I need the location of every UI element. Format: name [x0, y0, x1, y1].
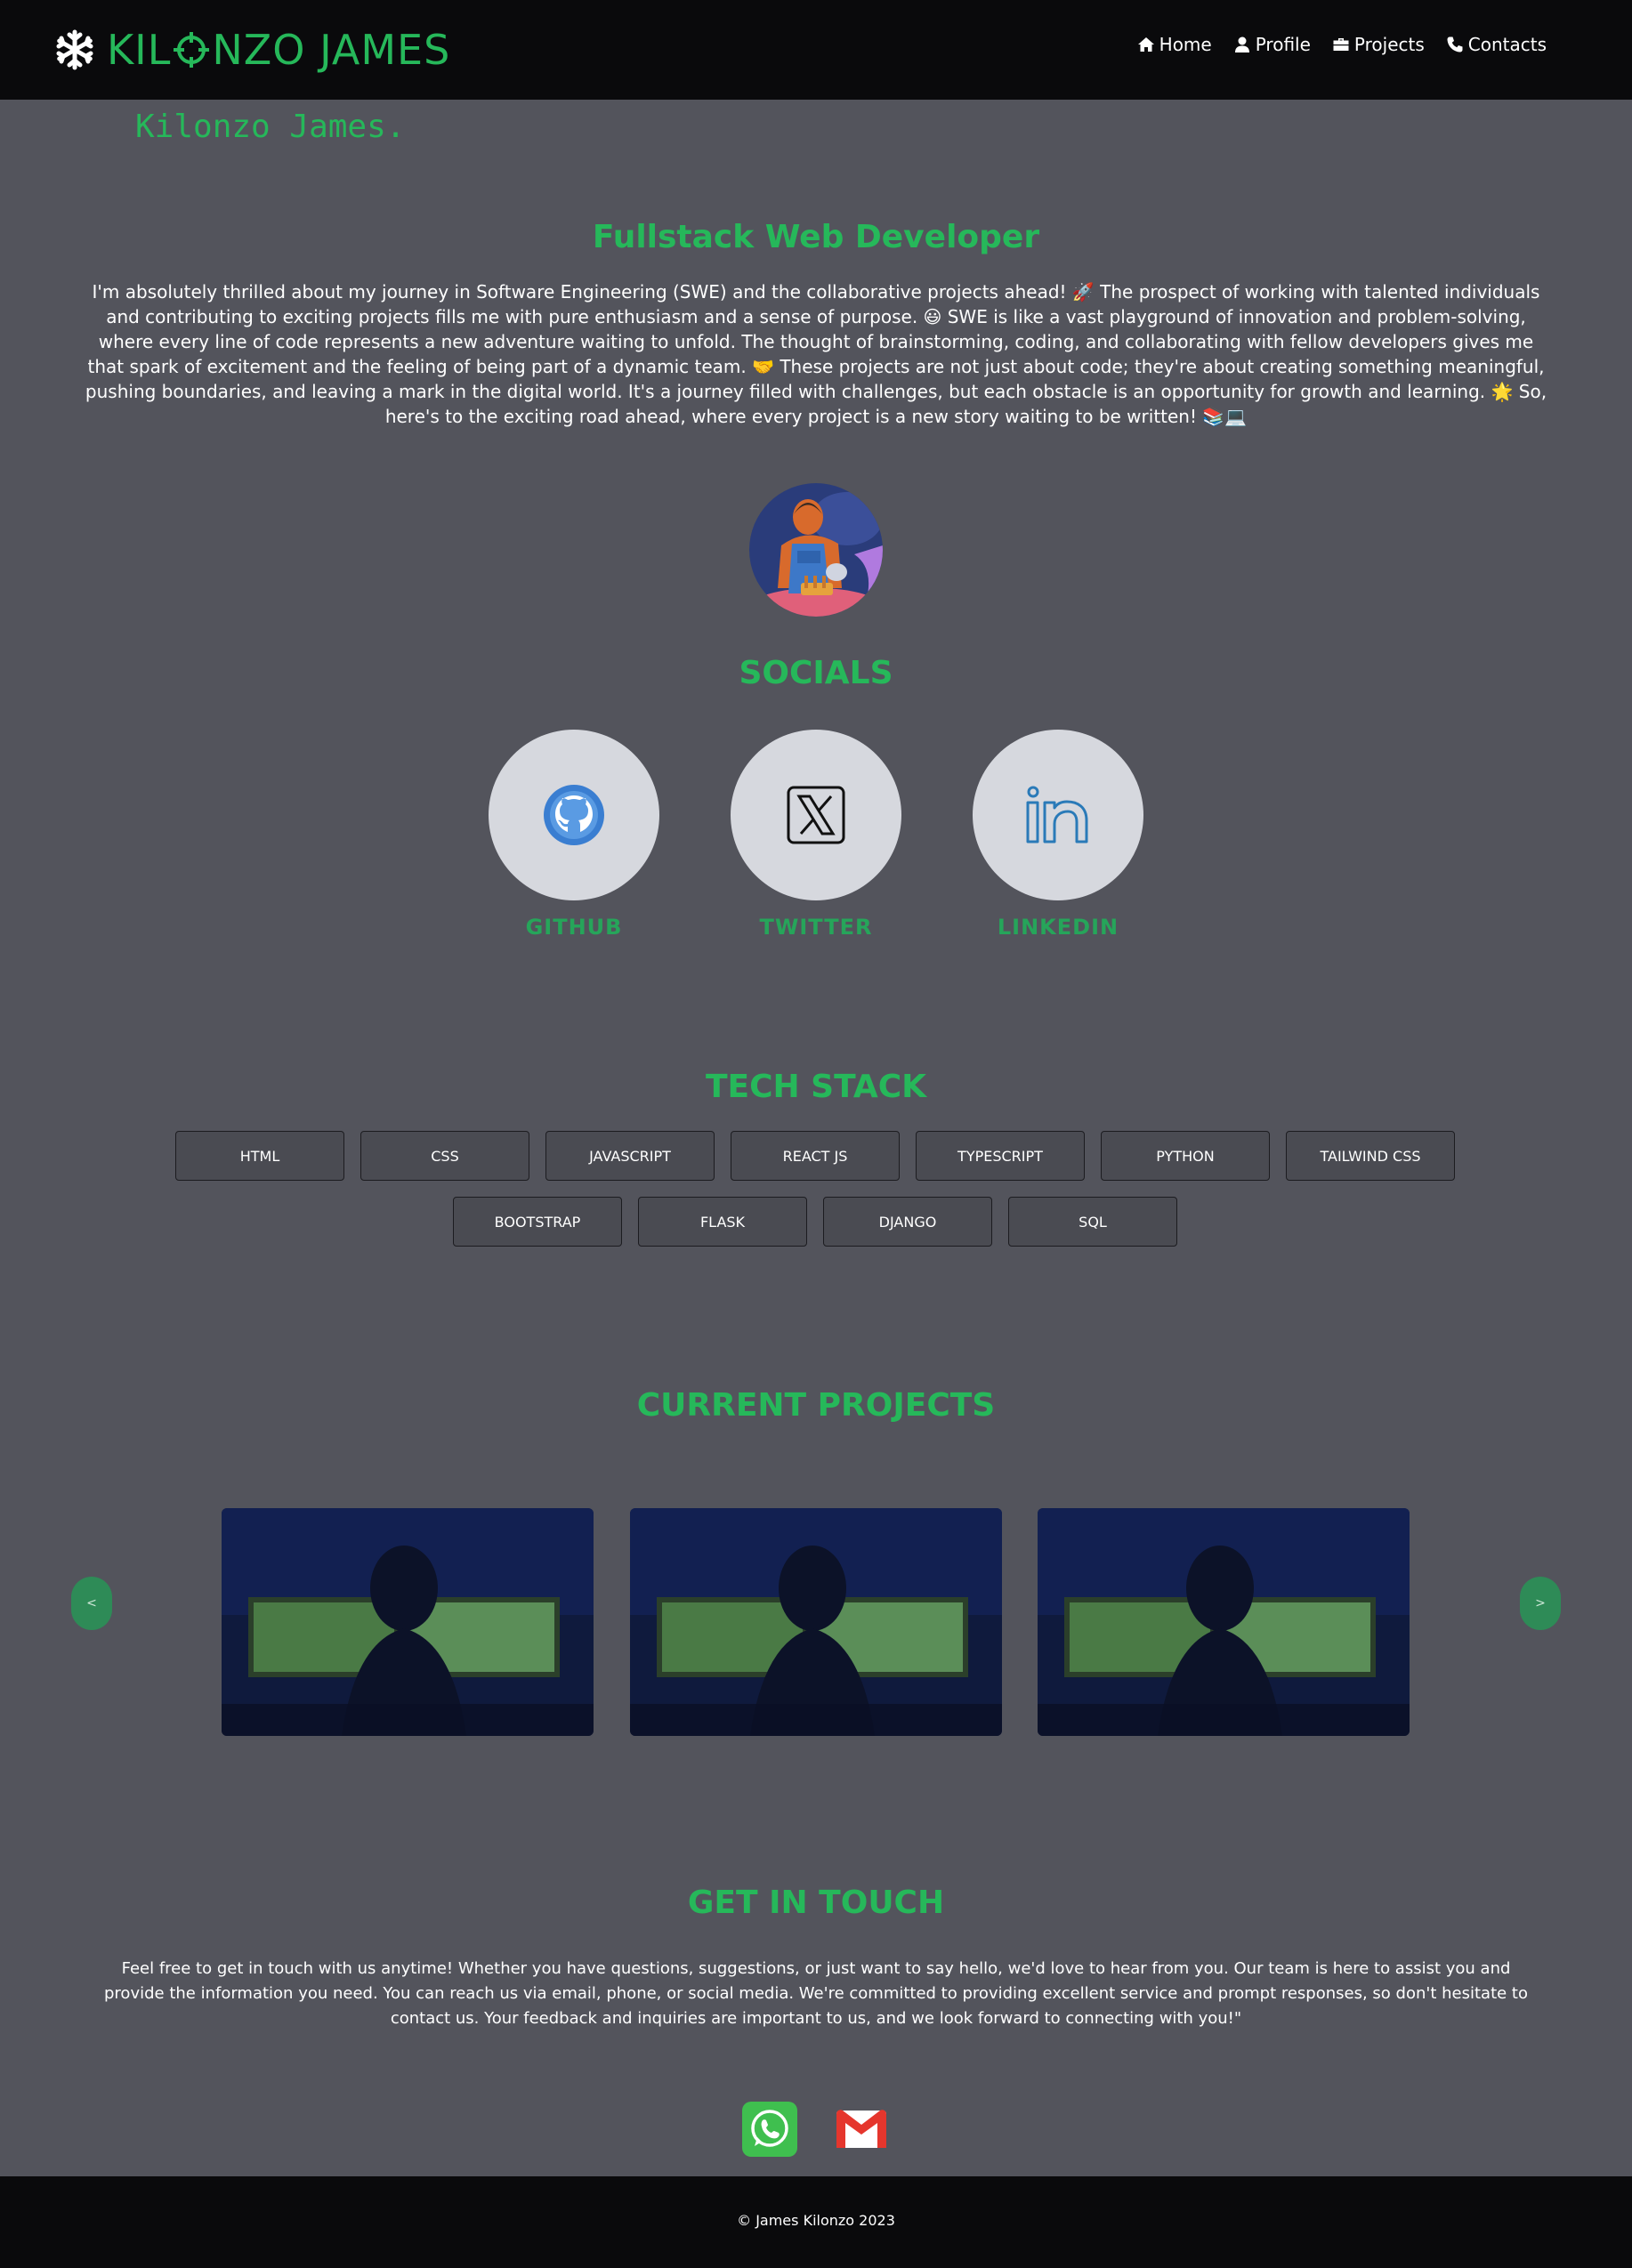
tech-chip: HTML	[175, 1131, 344, 1181]
brand-name: KIL NZO JAMES	[107, 26, 451, 74]
x-twitter-icon	[787, 786, 845, 844]
carousel-next-button[interactable]: >	[1520, 1577, 1561, 1630]
nav-links: Home Profile Projects Contacts	[1137, 34, 1547, 55]
nav-home-link[interactable]: Home	[1137, 34, 1212, 55]
nav-projects-link[interactable]: Projects	[1332, 34, 1425, 55]
snowflake-icon	[56, 29, 93, 70]
github-label[interactable]: GITHUB	[489, 915, 659, 940]
socials-title: SOCIALS	[739, 655, 893, 691]
whatsapp-icon[interactable]	[742, 2102, 797, 2157]
tech-chip: PYTHON	[1101, 1131, 1270, 1181]
brand-logo[interactable]: KIL NZO JAMES	[53, 23, 450, 77]
tech-chip: DJANGO	[823, 1197, 992, 1247]
nav-home-label: Home	[1159, 34, 1212, 55]
role-title: Fullstack Web Developer	[592, 219, 1040, 255]
footer: © James Kilonzo 2023	[0, 2176, 1632, 2268]
project-card[interactable]	[630, 1508, 1002, 1736]
project-card[interactable]	[222, 1508, 594, 1736]
tech-chip: JAVASCRIPT	[545, 1131, 715, 1181]
github-icon	[544, 785, 604, 845]
nav-contacts-link[interactable]: Contacts	[1446, 34, 1547, 55]
social-github: GITHUB	[489, 730, 659, 940]
tech-chip: FLASK	[638, 1197, 807, 1247]
home-icon	[1137, 37, 1154, 52]
github-button[interactable]	[489, 730, 659, 900]
tech-chip: TYPESCRIPT	[916, 1131, 1085, 1181]
footer-copyright: © James Kilonzo 2023	[737, 2212, 895, 2229]
crosshair-icon	[174, 32, 210, 68]
tech-chip: REACT JS	[731, 1131, 900, 1181]
avatar	[749, 483, 883, 617]
tech-chip: SQL	[1008, 1197, 1177, 1247]
social-linkedin: LINKEDIN	[973, 730, 1143, 940]
avatar-illustration	[749, 483, 883, 617]
linkedin-label[interactable]: LINKEDIN	[973, 915, 1143, 940]
linkedin-icon	[1026, 786, 1088, 843]
user-icon	[1234, 36, 1249, 52]
contact-title: GET IN TOUCH	[687, 1885, 945, 1921]
typed-name: Kilonzo James.	[135, 109, 406, 145]
carousel-prev-button[interactable]: <	[71, 1577, 112, 1630]
tech-chip: TAILWIND CSS	[1286, 1131, 1455, 1181]
phone-icon	[1447, 36, 1463, 52]
twitter-label[interactable]: TWITTER	[731, 915, 901, 940]
nav-profile-label: Profile	[1255, 34, 1311, 55]
nav-profile-link[interactable]: Profile	[1233, 34, 1311, 55]
navbar: KIL NZO JAMES Home Profile Projects Cont…	[0, 0, 1632, 100]
project-thumbnail	[1038, 1508, 1410, 1736]
project-card[interactable]	[1038, 1508, 1410, 1736]
contact-paragraph: Feel free to get in touch with us anytim…	[104, 1959, 1528, 2028]
tech-stack-title: TECH STACK	[705, 1069, 927, 1105]
nav-projects-label: Projects	[1353, 34, 1425, 55]
linkedin-button[interactable]	[973, 730, 1143, 900]
tech-chip: CSS	[360, 1131, 529, 1181]
tech-chip: BOOTSTRAP	[453, 1197, 622, 1247]
project-thumbnail	[630, 1508, 1002, 1736]
intro-paragraph: I'm absolutely thrilled about my journey…	[85, 281, 1547, 427]
briefcase-icon	[1333, 38, 1349, 51]
twitter-button[interactable]	[731, 730, 901, 900]
social-twitter: TWITTER	[731, 730, 901, 940]
nav-contacts-label: Contacts	[1467, 34, 1547, 55]
projects-title: CURRENT PROJECTS	[636, 1387, 996, 1424]
gmail-icon[interactable]	[834, 2102, 889, 2157]
project-thumbnail	[222, 1508, 594, 1736]
